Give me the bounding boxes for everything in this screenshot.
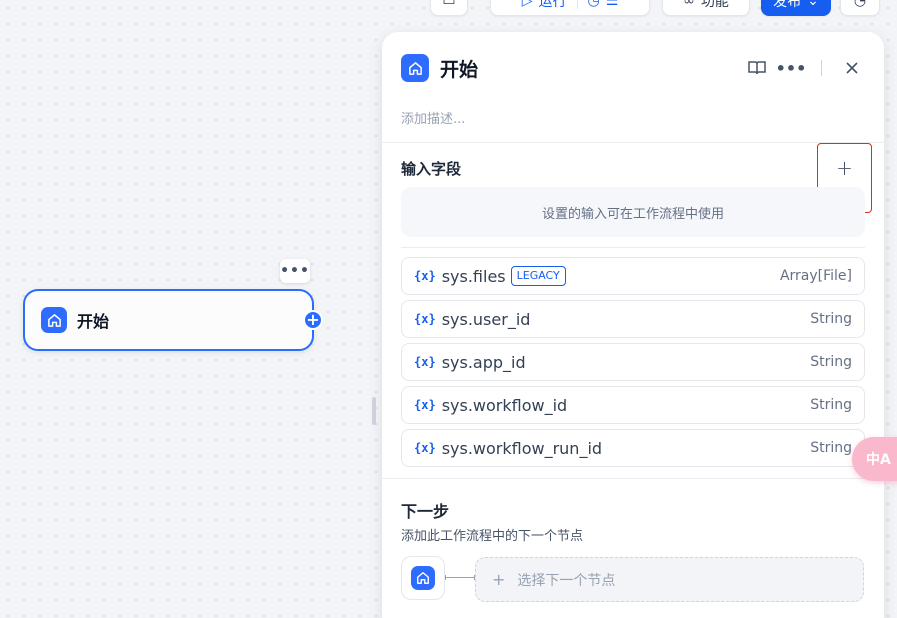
start-node[interactable]: 开始 [23,289,314,351]
node-more-button[interactable]: ••• [280,259,310,283]
input-field-list: {x} sys.files LEGACY Array[File] {x} sys… [401,257,865,472]
current-node-thumb [401,556,445,600]
connector-line [445,575,475,580]
field-name: sys.app_id [441,352,526,372]
history-run-icon[interactable]: ◷ [588,0,600,9]
input-field-row[interactable]: {x} sys.files LEGACY Array[File] [401,257,865,295]
hint-text: 设置的输入可在工作流程中使用 [541,206,724,222]
features-button[interactable]: ∞ 功能 [662,0,750,16]
book-icon[interactable] [747,58,767,78]
translate-button[interactable]: 中A [852,437,897,481]
more-icon[interactable]: ••• [776,58,807,78]
plus-icon: + [306,310,320,329]
field-name: sys.files [441,266,506,286]
field-type: String [810,354,852,370]
publish-button[interactable]: 发布 ⌄ [761,0,831,16]
variable-icon: {x} [414,312,436,326]
toolbar-icon: ▭ [442,0,456,9]
plus-icon: + [836,156,853,180]
toolbar-icon-button[interactable]: ▭ [430,0,468,16]
close-icon[interactable] [842,58,862,78]
panel-actions: ••• [747,58,862,78]
input-field-row[interactable]: {x} sys.workflow_run_id String [401,429,865,467]
home-icon [411,566,435,590]
panel-title: 开始 [440,58,479,81]
variable-icon: {x} [414,355,436,369]
field-type: String [810,311,852,327]
chevron-down-icon: ⌄ [807,0,819,9]
input-fields-hint: 设置的输入可在工作流程中使用 [401,187,865,237]
run-button[interactable]: ▷ 运行 ◷ ☰ [490,0,650,16]
plus-icon: + [492,570,506,589]
translate-icon: 中A [866,452,891,468]
panel-resize-handle[interactable] [372,397,376,425]
run-label: 运行 [538,0,567,10]
input-fields-title: 输入字段 [401,160,462,178]
more-icon: ••• [280,263,310,279]
variable-icon: {x} [414,441,436,455]
field-type: String [810,397,852,413]
field-type: Array[File] [779,268,852,284]
divider [401,247,865,248]
home-icon [41,307,67,333]
next-step-description: 添加此工作流程中的下一个节点 [401,529,584,544]
divider [382,478,884,479]
select-next-node-button[interactable]: + 选择下一个节点 [475,557,864,602]
description-input[interactable]: 添加描述... [401,108,465,127]
node-config-panel: 开始 ••• 添加描述... 输入字段 + 设置的输入可在工作流程中使用 {x}… [382,32,884,618]
features-label: 功能 [700,0,729,10]
divider [382,142,884,143]
history-icon: ◔ [853,0,867,9]
field-name: sys.workflow_run_id [441,438,603,458]
field-name: sys.workflow_id [441,395,568,415]
play-icon: ▷ [521,0,533,9]
divider [821,60,822,76]
variable-icon: {x} [414,398,436,412]
field-name: sys.user_id [441,309,531,329]
variable-icon: {x} [414,269,436,283]
features-icon: ∞ [683,0,695,9]
legacy-badge: LEGACY [510,266,566,286]
publish-label: 发布 [773,0,802,10]
divider [576,0,578,9]
input-field-row[interactable]: {x} sys.app_id String [401,343,865,381]
field-type: String [810,440,852,456]
checklist-icon[interactable]: ☰ [606,0,619,9]
next-step-title: 下一步 [401,502,450,521]
select-next-label: 选择下一个节点 [517,572,616,589]
input-field-row[interactable]: {x} sys.workflow_id String [401,386,865,424]
home-icon [401,54,429,82]
input-field-row[interactable]: {x} sys.user_id String [401,300,865,338]
panel-header: 开始 [401,54,478,82]
history-button[interactable]: ◔ [840,0,880,16]
node-title: 开始 [77,312,110,331]
add-next-node-button[interactable]: + [303,310,323,330]
